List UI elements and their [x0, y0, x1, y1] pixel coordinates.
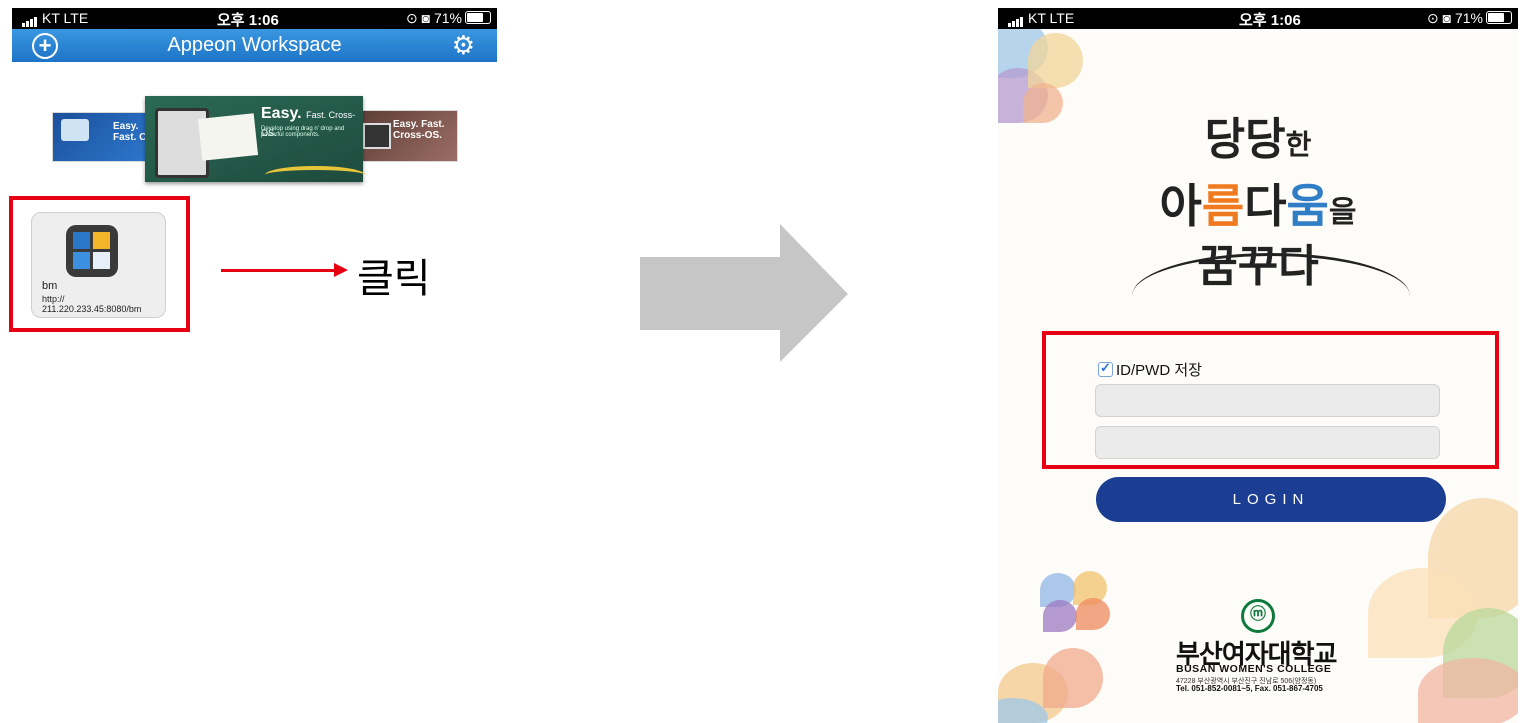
banner-slide-center[interactable]: Easy. Fast. Cross-OS. Develop using drag…	[145, 96, 365, 184]
highlight-box-login-form	[1042, 331, 1499, 469]
status-time: 오후 1:06	[1239, 12, 1301, 29]
right-status-bar: KT LTE 오후 1:06 ⊙ ◙ 71%	[998, 8, 1518, 29]
college-emblem-icon: ⓜ	[1241, 599, 1275, 633]
carrier-label: KT LTE	[1028, 10, 1075, 26]
swoosh-decoration	[265, 166, 365, 184]
red-arrow-head	[334, 263, 348, 277]
battery-icon	[465, 11, 491, 24]
college-contact: Tel. 051-852-0081~5, Fax. 051-867-4705	[1176, 684, 1323, 693]
red-arrow-line	[221, 269, 339, 272]
college-name-english: BUSAN WOMEN'S COLLEGE	[1176, 663, 1332, 675]
click-annotation: 클릭	[357, 256, 431, 302]
signal-icon	[22, 11, 38, 27]
right-arrow-icon	[640, 224, 848, 362]
left-status-bar: KT LTE 오후 1:06 ⊙ ◙ 71%	[12, 8, 497, 29]
alarm-icon: ⊙ ◙	[406, 10, 434, 26]
app-header: + Appeon Workspace ⚙	[12, 29, 497, 62]
slogan-line-1: 당당한	[1204, 114, 1312, 165]
battery-percent: 71%	[1454, 10, 1483, 26]
slogan-line-2: 아름다움을	[1159, 179, 1357, 233]
cube-icon	[61, 119, 89, 141]
carrier-label: KT LTE	[42, 10, 89, 26]
battery-percent: 71%	[433, 10, 462, 26]
tablet-icon	[363, 123, 391, 149]
highlight-box-app-tile	[9, 196, 190, 332]
banner-subtitle: Develop using drag n' drop and powerful …	[261, 126, 345, 138]
banner-slide-right[interactable]: Easy. Fast. Cross-OS.	[352, 110, 458, 162]
gear-icon[interactable]: ⚙	[452, 31, 475, 59]
login-button[interactable]: LOGIN	[1096, 477, 1446, 522]
status-time: 오후 1:06	[217, 12, 279, 29]
app-title: Appeon Workspace	[167, 34, 342, 56]
paper-illustration	[197, 113, 259, 161]
battery-icon	[1486, 11, 1512, 24]
signal-icon	[1008, 11, 1024, 27]
alarm-icon: ⊙ ◙	[1427, 10, 1455, 26]
